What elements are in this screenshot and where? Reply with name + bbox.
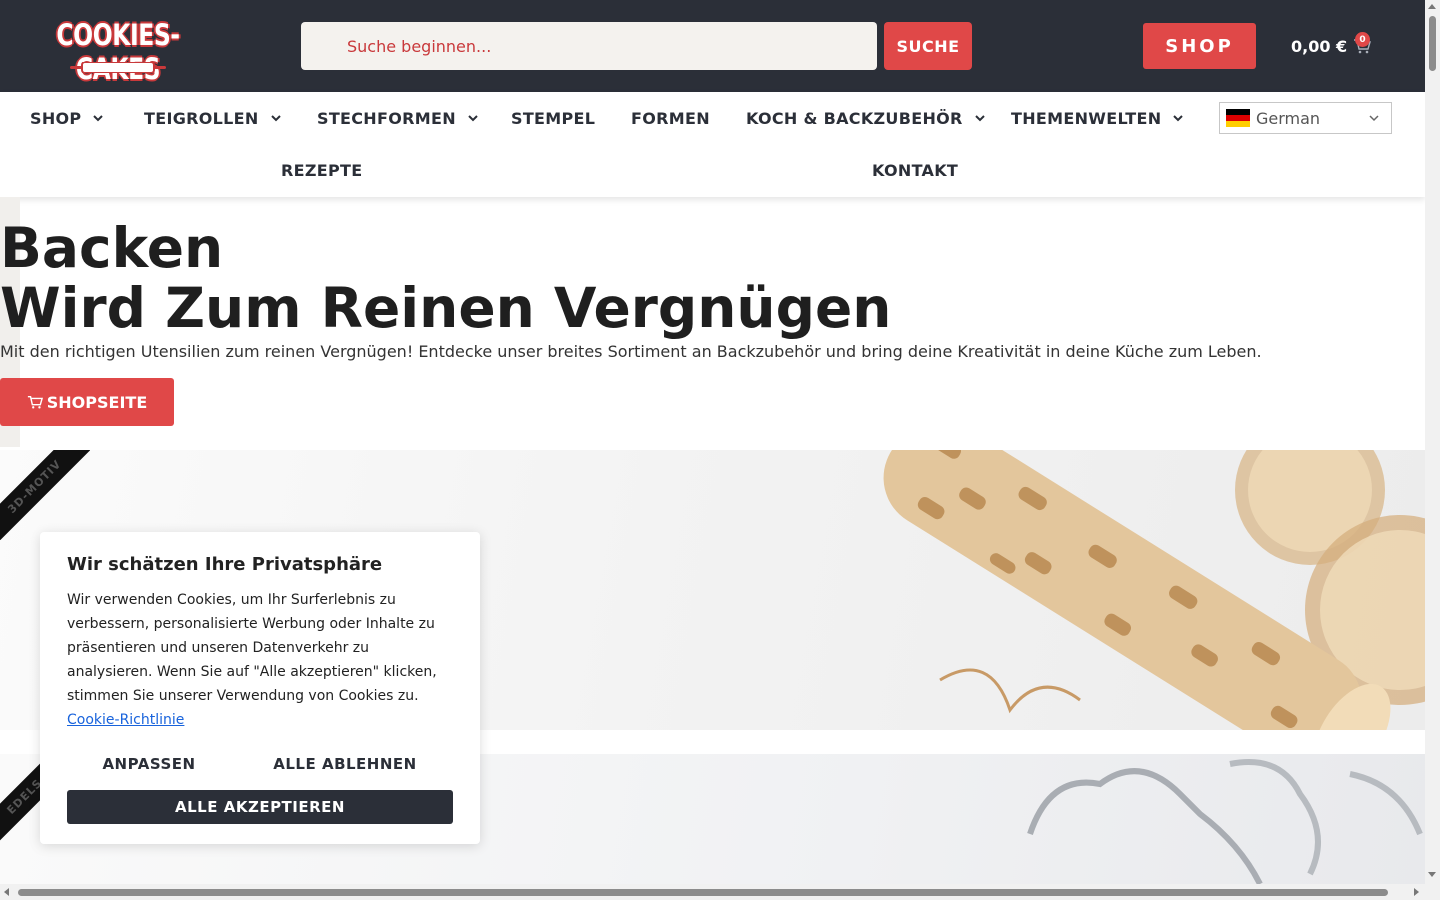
hero-title: Backen Wird Zum Reinen Vergnügen [0,218,891,338]
scroll-up-arrow-icon[interactable] [1428,4,1436,9]
shop-button[interactable]: SHOP [1143,23,1256,69]
chevron-down-icon [468,115,478,122]
nav-item-rezepte[interactable]: REZEPTE [281,144,362,196]
cart-icon [27,395,43,409]
ribbon-badge: 3D-MOTIV [0,450,90,540]
chevron-down-icon [1173,115,1184,122]
horizontal-scrollbar[interactable] [0,884,1425,900]
horizontal-scroll-thumb[interactable] [18,889,1388,896]
cookie-dialog-title: Wir schätzen Ihre Privatsphäre [67,554,383,575]
scroll-down-arrow-icon[interactable] [1428,872,1436,877]
search-input[interactable] [347,22,867,70]
search-button[interactable]: SUCHE [884,22,972,70]
nav-item-label: THEMENWELTEN [1011,108,1162,128]
vertical-scrollbar[interactable] [1425,0,1440,900]
search-box [301,22,877,70]
main-nav: SHOP TEIGROLLEN STECHFORMEN STEMPEL FORM… [0,92,1425,197]
cart-total: 0,00 € [1291,36,1348,56]
scroll-left-arrow-icon[interactable] [4,888,9,896]
hero-title-line-2: Wird Zum Reinen Vergnügen [0,276,892,340]
nav-item-label: KONTAKT [872,160,959,180]
nav-item-koch-backzubehoer[interactable]: KOCH & BACKZUBEHÖR [746,92,987,144]
reject-all-button[interactable]: ALLE ABLEHNEN [263,747,427,781]
nav-item-label: FORMEN [631,108,710,128]
top-header: COOKIES-CAKES SUCHE SHOP 0,00 € 0 [0,0,1425,92]
chevron-down-icon [1369,115,1379,122]
nav-item-label: STEMPEL [511,108,596,128]
ribbon-label: 3D-MOTIV [0,450,90,540]
nav-item-teigrollen[interactable]: TEIGROLLEN [144,92,283,144]
shopseite-label: SHOPSEITE [46,392,148,412]
nav-item-label: KOCH & BACKZUBEHÖR [746,108,963,128]
nav-item-shop[interactable]: SHOP [30,92,105,144]
cookie-dialog-body: Wir verwenden Cookies, um Ihr Surferlebn… [67,592,437,704]
language-select[interactable]: German [1219,102,1392,134]
shopseite-button[interactable]: SHOPSEITE [0,378,174,426]
site-logo[interactable]: COOKIES-CAKES [32,18,204,86]
cookie-consent-dialog: Wir schätzen Ihre Privatsphäre Wir verwe… [40,532,480,844]
accept-all-button[interactable]: ALLE AKZEPTIEREN [67,790,453,824]
nav-item-formen[interactable]: FORMEN [631,92,710,144]
language-label: German [1256,108,1321,128]
nav-item-label: STECHFORMEN [317,108,456,128]
chevron-down-icon [974,115,985,122]
nav-item-stechformen[interactable]: STECHFORMEN [317,92,480,144]
vertical-scroll-thumb[interactable] [1429,16,1436,71]
nav-item-kontakt[interactable]: KONTAKT [872,144,958,196]
logo-wordmark: COOKIES-CAKES [56,18,180,86]
cart-count-badge: 0 [1355,32,1370,47]
chevron-down-icon [270,115,281,122]
hero-subtitle: Mit den richtigen Utensilien zum reinen … [0,342,1262,361]
nav-item-label: REZEPTE [281,160,363,180]
nav-item-label: SHOP [30,108,82,128]
nav-item-stempel[interactable]: STEMPEL [511,92,595,144]
customize-button[interactable]: ANPASSEN [67,747,231,781]
scroll-right-arrow-icon[interactable] [1414,888,1419,896]
rolling-pin-icon [70,62,166,73]
cookie-dialog-text: Wir verwenden Cookies, um Ihr Surferlebn… [67,588,457,732]
hero-title-line-1: Backen [0,216,224,280]
nav-item-label: TEIGROLLEN [144,108,259,128]
cookie-policy-link[interactable]: Cookie-Richtlinie [67,712,184,728]
chevron-down-icon [93,115,104,122]
german-flag-icon [1226,109,1250,127]
nav-item-themenwelten[interactable]: THEMENWELTEN [1011,92,1185,144]
